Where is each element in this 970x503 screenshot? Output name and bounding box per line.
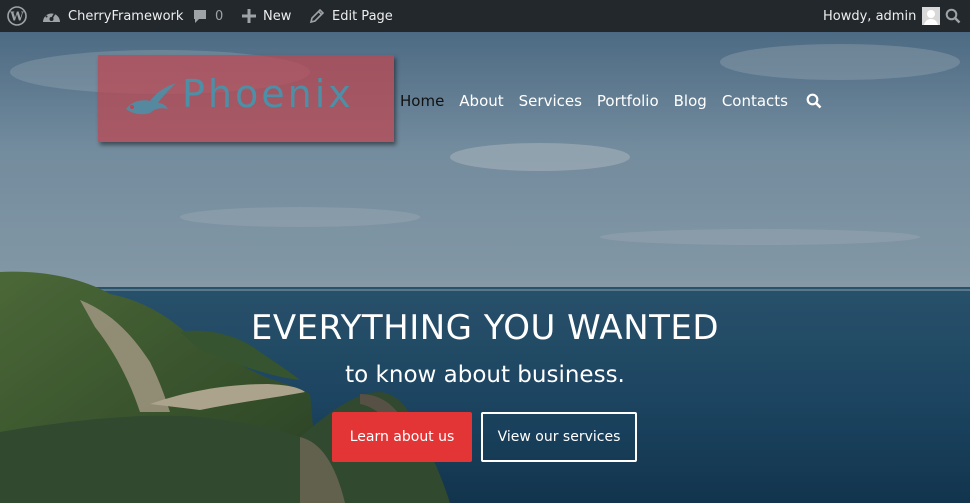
main-navigation: Home About Services Portfolio Blog Conta… — [400, 90, 822, 112]
dashboard-icon — [43, 11, 60, 22]
edit-page-label: Edit Page — [332, 8, 393, 24]
avatar — [922, 7, 941, 25]
nav-item-about[interactable]: About — [459, 92, 503, 110]
search-icon — [945, 8, 961, 24]
new-label: New — [263, 8, 292, 24]
nav-search-button[interactable] — [806, 93, 822, 109]
learn-about-us-button[interactable]: Learn about us — [332, 412, 472, 462]
edit-page-link[interactable]: Edit Page — [309, 0, 393, 32]
user-account-menu[interactable]: Howdy, admin — [823, 0, 941, 32]
view-services-button[interactable]: View our services — [481, 412, 637, 462]
search-icon — [806, 93, 822, 109]
site-logo[interactable]: Phoenix — [98, 55, 394, 142]
howdy-text: Howdy, admin — [823, 8, 917, 24]
admin-bar: W CherryFramework 0 New Edit Page Howdy,… — [0, 0, 970, 32]
pencil-icon — [309, 8, 324, 23]
nav-item-contacts[interactable]: Contacts — [722, 92, 788, 110]
phoenix-bird-icon — [126, 83, 176, 115]
comment-icon — [194, 10, 206, 23]
nav-item-home[interactable]: Home — [400, 92, 444, 110]
plus-icon — [242, 9, 256, 23]
nav-item-services[interactable]: Services — [519, 92, 582, 110]
wordpress-logo-button[interactable]: W — [7, 0, 27, 32]
comments-count: 0 — [215, 8, 224, 24]
site-name: CherryFramework — [68, 8, 184, 24]
hero-section: Phoenix Home About Services Portfolio Bl… — [0, 32, 970, 503]
svg-text:W: W — [9, 10, 24, 24]
site-name-link[interactable]: CherryFramework — [42, 0, 183, 32]
comments-link[interactable]: 0 — [192, 0, 223, 32]
new-content-button[interactable]: New — [242, 0, 291, 32]
hero-subtitle: to know about business. — [345, 362, 625, 388]
logo-text: Phoenix — [182, 72, 354, 116]
nav-item-blog[interactable]: Blog — [674, 92, 707, 110]
admin-search-button[interactable] — [945, 0, 961, 32]
hero-title: EVERYTHING YOU WANTED — [250, 308, 720, 348]
nav-item-portfolio[interactable]: Portfolio — [597, 92, 659, 110]
wordpress-icon: W — [7, 6, 27, 26]
